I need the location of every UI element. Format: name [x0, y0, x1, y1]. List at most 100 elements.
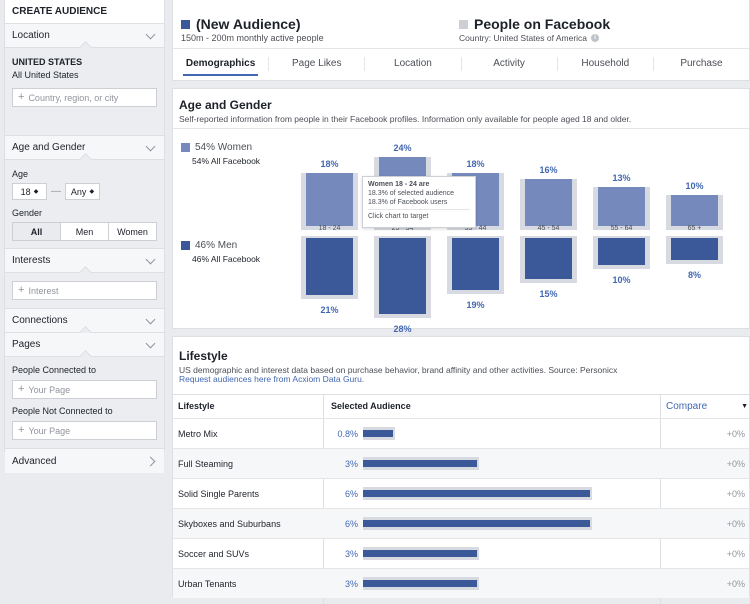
- age-gender-card: Age and Gender Self-reported information…: [172, 88, 750, 334]
- gender-option-women[interactable]: Women: [109, 223, 156, 240]
- women-value-label: 18%: [320, 159, 339, 170]
- lifestyle-bar-bg: [363, 487, 592, 500]
- section-pages-body: People Connected to + Your Page People N…: [5, 357, 164, 449]
- location-country: UNITED STATES: [12, 57, 83, 67]
- location-input[interactable]: + Country, region, or city: [12, 88, 157, 107]
- lifestyle-value: 3%: [344, 549, 358, 559]
- age-category-label: 55 - 64: [610, 225, 633, 232]
- lifestyle-row[interactable]: Solid Single Parents 6% +0%: [173, 478, 749, 508]
- age-label: Age: [12, 169, 29, 179]
- info-icon[interactable]: i: [591, 34, 600, 42]
- section-location-body: UNITED STATES All United States + Countr…: [5, 48, 164, 136]
- men-bar[interactable]: [306, 238, 353, 295]
- men-value-label: 8%: [687, 269, 701, 280]
- plus-icon: +: [18, 383, 25, 395]
- women-bar[interactable]: [598, 186, 645, 226]
- section-age-gender-body: Age 18 ◆ — Any ◆ Gender All Men Women: [5, 160, 164, 249]
- men-bar[interactable]: [379, 238, 426, 314]
- audience-size: 150m - 200m monthly active people: [181, 33, 324, 43]
- lifestyle-bar-bg: [363, 427, 396, 440]
- lifestyle-bar-bg: [363, 517, 592, 530]
- lifestyle-name: Metro Mix: [178, 429, 218, 439]
- women-value-label: 24%: [393, 142, 412, 153]
- lifestyle-bar-bg: [363, 577, 479, 590]
- tab-activity[interactable]: Activity: [462, 49, 557, 78]
- lifestyle-bar: [363, 490, 590, 497]
- section-connections-header[interactable]: Connections: [5, 309, 164, 339]
- lifestyle-compare: +0%: [726, 519, 745, 529]
- tab-purchase[interactable]: Purchase: [654, 49, 749, 78]
- age-min-value: 18: [20, 186, 31, 197]
- lifestyle-compare: +0%: [726, 429, 745, 439]
- chevron-down-icon: [145, 141, 156, 151]
- chevron-down-icon: [145, 338, 156, 348]
- men-value-label: 15%: [539, 288, 558, 299]
- section-location-header[interactable]: Location: [5, 24, 164, 54]
- men-bar[interactable]: [598, 238, 645, 266]
- men-value-label: 28%: [393, 324, 412, 334]
- interest-input[interactable]: + Interest: [12, 281, 157, 300]
- section-advanced-header[interactable]: Advanced: [5, 449, 164, 473]
- gender-option-men[interactable]: Men: [61, 223, 109, 240]
- women-bar[interactable]: [525, 178, 572, 226]
- tab-location[interactable]: Location: [365, 49, 460, 78]
- tab-household[interactable]: Household: [558, 49, 653, 78]
- section-advanced-label: Advanced: [12, 455, 57, 467]
- tab-demographics[interactable]: Demographics: [173, 49, 268, 78]
- lifestyle-link[interactable]: Request audiences here from Acxiom Data …: [179, 374, 364, 384]
- tooltip-line-1: Women 18 - 24 are: [368, 181, 430, 188]
- lifestyle-value: 0.8%: [337, 429, 358, 439]
- gender-label: Gender: [12, 208, 43, 218]
- women-bar[interactable]: [671, 194, 718, 226]
- compare-color-swatch: [459, 19, 468, 29]
- lifestyle-bar-bg: [363, 547, 479, 560]
- lifestyle-card: Lifestyle US demographic and interest da…: [172, 336, 750, 604]
- table-top-border: [173, 394, 749, 395]
- age-max-select[interactable]: Any ◆: [65, 183, 100, 200]
- plus-icon: +: [18, 91, 25, 103]
- compare-dropdown[interactable]: Compare ▼: [666, 394, 748, 418]
- section-age-gender-label: Age and Gender: [12, 142, 86, 153]
- lifestyle-name: Urban Tenants: [178, 579, 237, 589]
- audience-header: (New Audience) 150m - 200m monthly activ…: [172, 0, 750, 81]
- not-connected-page-input[interactable]: + Your Page: [12, 421, 157, 440]
- compare-label: Compare: [666, 400, 708, 412]
- section-pages-header[interactable]: Pages: [5, 333, 164, 363]
- col-header-selected: Selected Audience: [331, 401, 411, 411]
- lifestyle-row[interactable]: Urban Tenants 3% +0%: [173, 568, 749, 598]
- chevron-right-icon: [145, 456, 156, 466]
- compare-sub: Country: United States of America: [459, 33, 588, 43]
- men-bar[interactable]: [525, 238, 572, 279]
- lifestyle-title: Lifestyle: [179, 349, 228, 363]
- tooltip-line-4: Click chart to target: [368, 213, 429, 220]
- lifestyle-row[interactable]: Metro Mix 0.8% +0%: [173, 418, 749, 448]
- section-age-gender-header[interactable]: Age and Gender: [5, 136, 164, 166]
- age-category-label: 65 +: [687, 225, 702, 232]
- men-bar[interactable]: [671, 238, 718, 260]
- lifestyle-bar: [363, 520, 590, 527]
- connected-page-input[interactable]: + Your Page: [12, 380, 157, 399]
- lifestyle-bar: [363, 550, 477, 557]
- audience-name: (New Audience): [196, 16, 301, 32]
- lifestyle-row[interactable]: Full Steaming 3% +0%: [173, 448, 749, 478]
- section-interests-header[interactable]: Interests: [5, 249, 164, 279]
- location-placeholder: Country, region, or city: [28, 92, 119, 103]
- lifestyle-row[interactable]: Soccer and SUVs 3% +0%: [173, 538, 749, 568]
- lifestyle-row[interactable]: Skyboxes and Suburbans 6% +0%: [173, 508, 749, 538]
- men-bar[interactable]: [452, 238, 499, 290]
- lifestyle-compare: +0%: [726, 459, 745, 469]
- gender-option-all[interactable]: All: [13, 223, 61, 240]
- men-value-label: 19%: [466, 299, 485, 310]
- people-not-connected-label: People Not Connected to: [12, 406, 113, 416]
- women-value-label: 16%: [539, 164, 558, 175]
- lifestyle-bar: [363, 460, 477, 467]
- age-min-select[interactable]: 18 ◆: [12, 183, 47, 200]
- tab-page-likes[interactable]: Page Likes: [269, 49, 364, 78]
- audience-color-swatch: [181, 19, 190, 29]
- women-bar[interactable]: [306, 173, 353, 226]
- insight-tabs: Demographics Page Likes Location Activit…: [173, 48, 749, 78]
- location-scope: All United States: [12, 70, 79, 80]
- chevron-down-icon: [145, 314, 156, 324]
- lifestyle-bar: [363, 430, 394, 437]
- lifestyle-value: 3%: [344, 459, 358, 469]
